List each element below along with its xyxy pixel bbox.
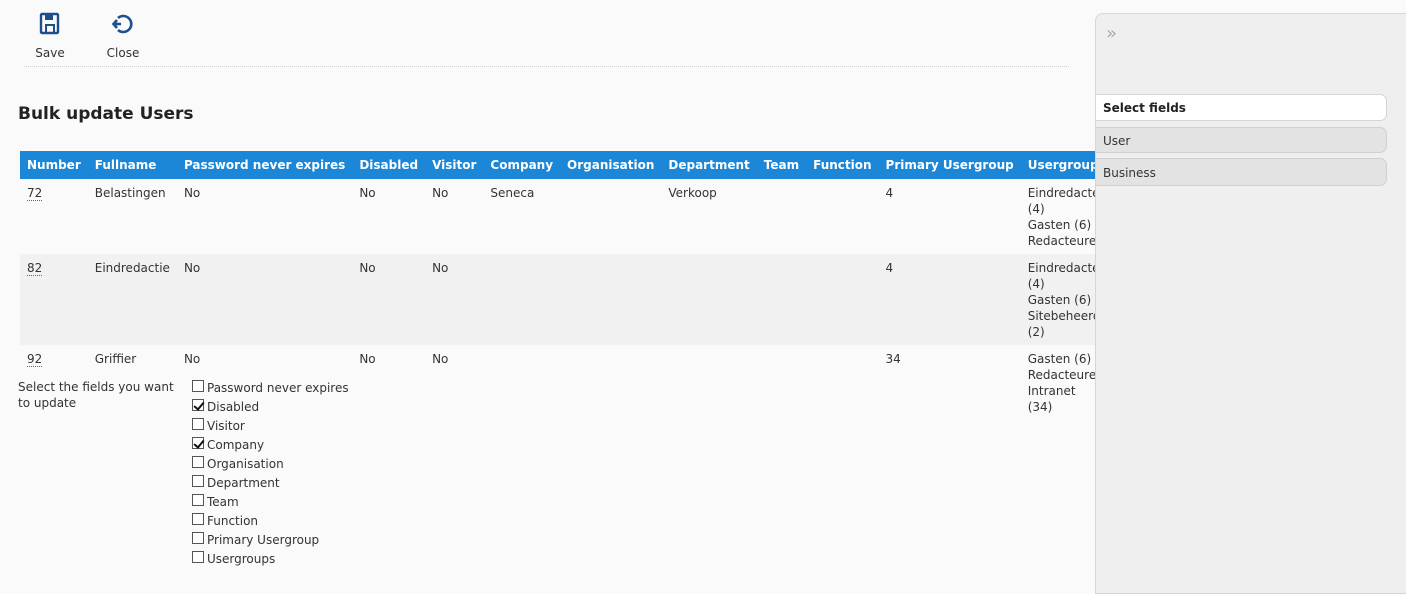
- column-header-visitor[interactable]: Visitor: [425, 151, 484, 179]
- field-option-primary-usergroup[interactable]: Primary Usergroup: [192, 530, 349, 549]
- checkbox[interactable]: [192, 399, 204, 411]
- cell-company: [483, 345, 561, 420]
- field-option-label: Usergroups: [207, 551, 276, 566]
- field-option-function[interactable]: Function: [192, 511, 349, 530]
- undo-icon: [97, 12, 149, 38]
- checkbox[interactable]: [192, 456, 204, 468]
- column-header-company[interactable]: Company: [483, 151, 561, 179]
- user-number-link[interactable]: 82: [27, 261, 43, 276]
- checkbox[interactable]: [192, 513, 204, 525]
- cell-department: [661, 254, 757, 345]
- cell-password-never-expires: No: [176, 179, 353, 254]
- save-button[interactable]: Save: [24, 10, 76, 60]
- cell-department: [661, 345, 757, 420]
- field-option-label: Team: [207, 494, 239, 509]
- page-title: Bulk update Users: [18, 104, 194, 124]
- close-label: Close: [106, 46, 140, 60]
- field-option-label: Organisation: [207, 456, 284, 471]
- column-header-password-never-expires[interactable]: Password never expires: [176, 151, 353, 179]
- close-button[interactable]: Close: [97, 10, 149, 60]
- field-option-label: Password never expires: [207, 380, 349, 395]
- cell-primary-usergroup: 4: [878, 179, 1021, 254]
- checkbox[interactable]: [192, 532, 204, 544]
- checkbox[interactable]: [192, 551, 204, 563]
- cell-function: [806, 179, 879, 254]
- cell-organisation: [560, 345, 662, 420]
- field-option-disabled[interactable]: Disabled: [192, 397, 349, 416]
- cell-visitor: No: [425, 179, 484, 254]
- user-number-link[interactable]: 72: [27, 186, 43, 201]
- cell-team: [756, 179, 807, 254]
- checkbox[interactable]: [192, 418, 204, 430]
- field-option-label: Department: [207, 475, 280, 490]
- cell-visitor: No: [425, 345, 484, 420]
- cell-team: [756, 254, 807, 345]
- cell-fullname: Belastingen: [87, 179, 177, 254]
- field-option-label: Function: [207, 513, 259, 528]
- table-header-row: Number Fullname Password never expires D…: [20, 151, 1134, 179]
- field-option-label: Disabled: [207, 399, 260, 414]
- checkbox[interactable]: [192, 475, 204, 487]
- cell-company: [483, 254, 561, 345]
- field-option-organisation[interactable]: Organisation: [192, 454, 349, 473]
- column-header-organisation[interactable]: Organisation: [560, 151, 662, 179]
- field-option-visitor[interactable]: Visitor: [192, 416, 349, 435]
- cell-fullname: Eindredactie: [87, 254, 177, 345]
- table-row: 92 Griffier No No No 34 Gasten (6) Redac…: [20, 345, 1134, 420]
- cell-disabled: No: [352, 179, 426, 254]
- cell-visitor: No: [425, 254, 484, 345]
- table-row: 82 Eindredactie No No No 4 Eindredacteur…: [20, 254, 1134, 345]
- field-option-team[interactable]: Team: [192, 492, 349, 511]
- select-fields-label: Select the fields you want to update: [18, 380, 174, 410]
- save-icon: [24, 12, 76, 38]
- cell-organisation: [560, 254, 662, 345]
- collapse-panel-icon[interactable]: »: [1106, 23, 1117, 44]
- save-label: Save: [35, 46, 65, 60]
- cell-disabled: No: [352, 345, 426, 420]
- cell-function: [806, 345, 879, 420]
- field-option-company[interactable]: Company: [192, 435, 349, 454]
- checkbox[interactable]: [192, 437, 204, 449]
- field-option-label: Primary Usergroup: [207, 532, 320, 547]
- side-panel: » Select fields User Business: [1095, 13, 1406, 594]
- column-header-disabled[interactable]: Disabled: [352, 151, 426, 179]
- cell-function: [806, 254, 879, 345]
- tab-user[interactable]: User: [1096, 127, 1387, 153]
- column-header-number[interactable]: Number: [20, 151, 88, 179]
- toolbar: Save Close: [24, 10, 1069, 67]
- cell-team: [756, 345, 807, 420]
- tab-select-fields[interactable]: Select fields: [1096, 94, 1387, 121]
- cell-organisation: [560, 179, 662, 254]
- column-header-primary-usergroup[interactable]: Primary Usergroup: [878, 151, 1021, 179]
- users-table: Number Fullname Password never expires D…: [20, 151, 1134, 420]
- field-option-label: Visitor: [207, 418, 245, 433]
- checkbox[interactable]: [192, 494, 204, 506]
- field-option-department[interactable]: Department: [192, 473, 349, 492]
- column-header-fullname[interactable]: Fullname: [87, 151, 177, 179]
- tab-business[interactable]: Business: [1096, 158, 1387, 186]
- field-option-usergroups[interactable]: Usergroups: [192, 549, 349, 568]
- cell-primary-usergroup: 4: [878, 254, 1021, 345]
- cell-password-never-expires: No: [176, 254, 353, 345]
- cell-company: Seneca: [483, 179, 561, 254]
- cell-department: Verkoop: [661, 179, 757, 254]
- field-option-password-never-expires[interactable]: Password never expires: [192, 378, 349, 397]
- user-number-link[interactable]: 92: [27, 352, 43, 367]
- column-header-function[interactable]: Function: [806, 151, 879, 179]
- table-row: 72 Belastingen No No No Seneca Verkoop 4…: [20, 179, 1134, 254]
- cell-primary-usergroup: 34: [878, 345, 1021, 420]
- field-option-label: Company: [207, 437, 265, 452]
- checkbox[interactable]: [192, 380, 204, 392]
- cell-disabled: No: [352, 254, 426, 345]
- column-header-team[interactable]: Team: [756, 151, 807, 179]
- field-checkbox-list: Password never expires Disabled Visitor …: [192, 378, 349, 568]
- column-header-department[interactable]: Department: [661, 151, 757, 179]
